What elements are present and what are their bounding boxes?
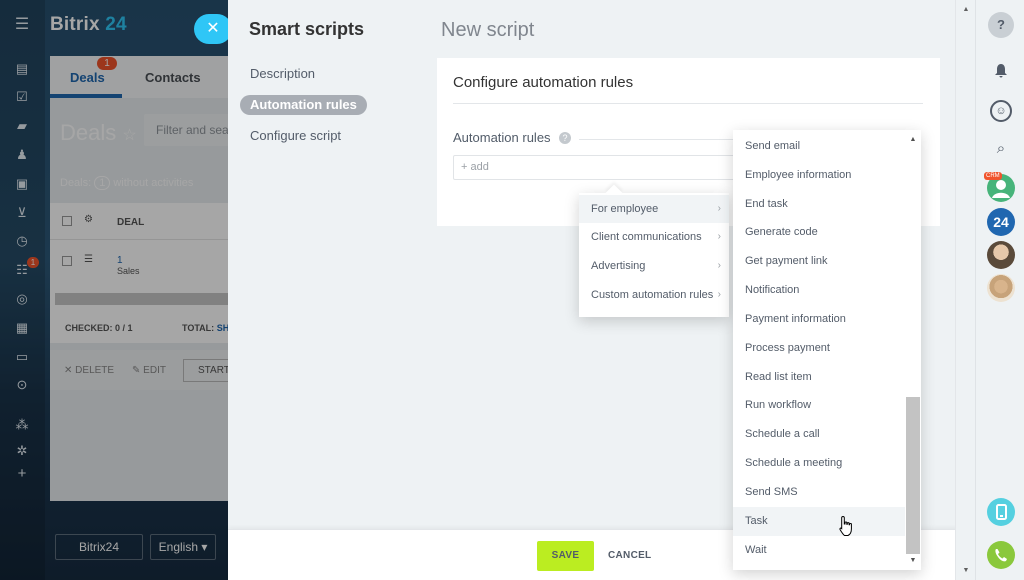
menu-item-read-list-item[interactable]: Read list item <box>733 363 905 392</box>
nav-item-automation-rules[interactable]: Automation rules <box>240 95 367 115</box>
user-avatar[interactable] <box>987 274 1015 302</box>
scroll-down-icon[interactable]: ▼ <box>908 556 918 566</box>
menu-item-generate-code[interactable]: Generate code <box>733 218 905 247</box>
menu-item-wait[interactable]: Wait <box>733 536 905 565</box>
menu-item-get-payment-link[interactable]: Get payment link <box>733 247 905 276</box>
help-circle-icon[interactable]: ? <box>988 12 1014 38</box>
hand-cursor-icon <box>838 515 854 537</box>
help-icon[interactable]: ? <box>559 132 571 144</box>
phone-icon[interactable] <box>987 541 1015 569</box>
employee-rules-menu: Send email Employee information End task… <box>733 130 921 570</box>
chat-bubble-icon[interactable]: ☺ <box>990 100 1012 122</box>
chevron-right-icon: › <box>717 231 721 242</box>
menu-item-schedule-a-call[interactable]: Schedule a call <box>733 420 905 449</box>
bell-icon[interactable] <box>988 58 1014 84</box>
divider <box>579 139 739 140</box>
screen-share-icon[interactable] <box>987 498 1015 526</box>
bitrix24-avatar[interactable]: 24 <box>987 208 1015 236</box>
menu-scrollbar-thumb[interactable] <box>906 397 920 554</box>
category-client-communications[interactable]: Client communications › <box>579 223 729 251</box>
menu-item-process-payment[interactable]: Process payment <box>733 334 905 363</box>
chevron-right-icon: › <box>717 289 721 300</box>
chevron-right-icon: › <box>717 260 721 271</box>
divider <box>453 103 923 104</box>
right-rail: ? ☺ ⌕ CRM 24 <box>975 0 1024 580</box>
category-advertising[interactable]: Advertising › <box>579 252 729 280</box>
menu-item-employee-information[interactable]: Employee information <box>733 161 905 190</box>
category-custom-automation-rules[interactable]: Custom automation rules › <box>579 281 729 309</box>
nav-item-description[interactable]: Description <box>240 64 325 84</box>
menu-item-task[interactable]: Task <box>733 507 905 536</box>
slider-scrollbar[interactable]: ▲ ▼ <box>955 0 975 580</box>
card-title: Configure automation rules <box>453 74 634 91</box>
add-rule-field[interactable]: + add <box>453 155 743 180</box>
cancel-button[interactable]: CANCEL <box>608 541 651 571</box>
menu-item-send-sms[interactable]: Send SMS <box>733 478 905 507</box>
menu-item-run-workflow[interactable]: Run workflow <box>733 391 905 420</box>
menu-item-payment-information[interactable]: Payment information <box>733 305 905 334</box>
menu-item-schedule-a-meeting[interactable]: Schedule a meeting <box>733 449 905 478</box>
menu-item-notification[interactable]: Notification <box>733 276 905 305</box>
nav-item-configure-script[interactable]: Configure script <box>240 126 351 146</box>
scroll-up-icon[interactable]: ▲ <box>908 135 918 145</box>
crm-badge: CRM <box>984 172 1002 180</box>
menu-item-end-task[interactable]: End task <box>733 190 905 219</box>
chevron-right-icon: › <box>717 203 721 214</box>
category-for-employee[interactable]: For employee › <box>579 195 729 223</box>
scroll-down-icon[interactable]: ▼ <box>961 566 971 576</box>
automation-rules-label: Automation rules <box>453 130 551 145</box>
save-button[interactable]: SAVE <box>537 541 594 571</box>
close-slider-button[interactable]: ✕ <box>194 14 232 44</box>
search-icon[interactable]: ⌕ <box>988 136 1014 162</box>
user-avatar[interactable] <box>987 241 1015 269</box>
page-title: New script <box>441 19 535 41</box>
close-icon: ✕ <box>206 20 220 37</box>
category-menu: For employee › Client communications › Adv… <box>579 184 729 317</box>
scroll-up-icon[interactable]: ▲ <box>961 5 971 15</box>
slider-nav-title: Smart scripts <box>249 19 365 39</box>
menu-item-send-email[interactable]: Send email <box>733 132 905 161</box>
